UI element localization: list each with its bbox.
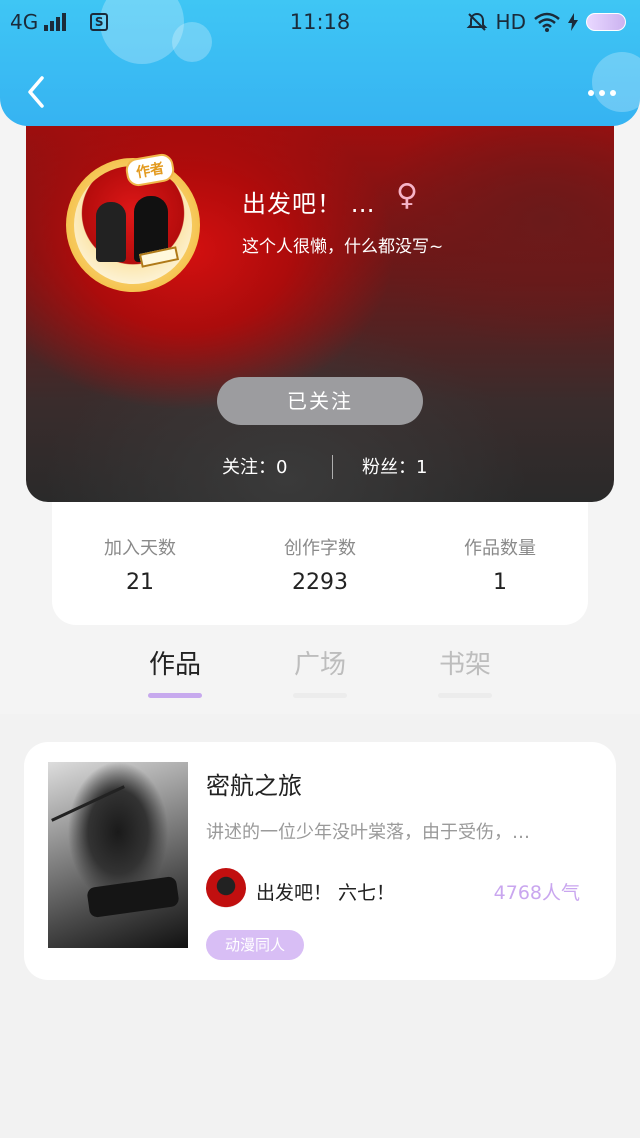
avatar-figure (96, 202, 126, 262)
tab-indicator (438, 693, 492, 698)
back-button[interactable] (22, 74, 52, 110)
work-popularity: 4768人气 (493, 882, 580, 904)
back-icon (28, 76, 44, 108)
fans-count[interactable]: 粉丝：1 (362, 453, 427, 479)
cover-detail (51, 785, 125, 822)
tab-indicator (148, 693, 202, 698)
stat-value: 2293 (292, 570, 348, 595)
wifi-icon (534, 12, 560, 32)
tab-bookshelf[interactable]: 书架 (415, 644, 515, 698)
work-description: 讲述的一位少年没叶棠落，由于受伤，… (206, 822, 530, 843)
follow-button[interactable]: 已关注 (217, 377, 423, 425)
work-category-tag[interactable]: 动漫同人 (206, 930, 304, 960)
gender-female-icon: ♀ (396, 178, 418, 213)
following-count[interactable]: 关注：0 (222, 453, 287, 479)
status-bar: 4G S 11:18 HD (0, 0, 640, 44)
tab-label: 作品 (148, 650, 201, 680)
stats-card: 加入天数 21 创作字数 2293 作品数量 1 (52, 500, 588, 625)
stat-value: 21 (126, 570, 154, 595)
tab-label: 广场 (293, 650, 346, 680)
work-author-name[interactable]: 出发吧！ 六七！ (256, 878, 395, 905)
more-icon-dot (599, 90, 605, 96)
tab-label: 书架 (438, 650, 491, 680)
stat-value: 1 (493, 570, 507, 595)
works-list: 密航之旅 讲述的一位少年没叶棠落，由于受伤，… 出发吧！ 六七！ 4768人气 … (0, 714, 640, 1138)
more-button[interactable] (582, 78, 622, 108)
stat-works-count: 作品数量 1 (430, 534, 570, 595)
top-header: 4G S 11:18 HD (0, 0, 640, 126)
work-author-avatar[interactable] (206, 868, 246, 908)
tab-square[interactable]: 广场 (270, 644, 370, 698)
user-bio: 这个人很懒，什么都没写~ (242, 237, 444, 257)
hd-label: HD (495, 10, 526, 34)
profile-card: 作者 出发吧！ … ♀ 这个人很懒，什么都没写~ 已关注 关注：0 粉丝：1 (26, 100, 614, 502)
content-tabs: 作品 广场 书架 (0, 640, 640, 714)
stat-word-count: 创作字数 2293 (250, 534, 390, 595)
mute-icon (466, 12, 487, 31)
username: 出发吧！ … (242, 190, 376, 218)
stat-label: 作品数量 (464, 538, 536, 559)
more-icon-dot (610, 90, 616, 96)
cover-detail (86, 875, 180, 919)
battery-icon (586, 13, 626, 31)
divider (332, 455, 333, 479)
stat-join-days: 加入天数 21 (70, 534, 210, 595)
more-icon (588, 90, 594, 96)
work-title[interactable]: 密航之旅 (206, 766, 302, 801)
charging-icon (568, 13, 578, 31)
work-cover-image[interactable] (48, 762, 188, 948)
stat-label: 创作字数 (284, 538, 356, 559)
follow-counts: 关注：0 粉丝：1 (26, 453, 614, 483)
tab-indicator (293, 693, 347, 698)
tab-works[interactable]: 作品 (125, 644, 225, 698)
stat-label: 加入天数 (104, 538, 176, 559)
work-card[interactable]: 密航之旅 讲述的一位少年没叶棠落，由于受伤，… 出发吧！ 六七！ 4768人气 … (24, 742, 616, 980)
